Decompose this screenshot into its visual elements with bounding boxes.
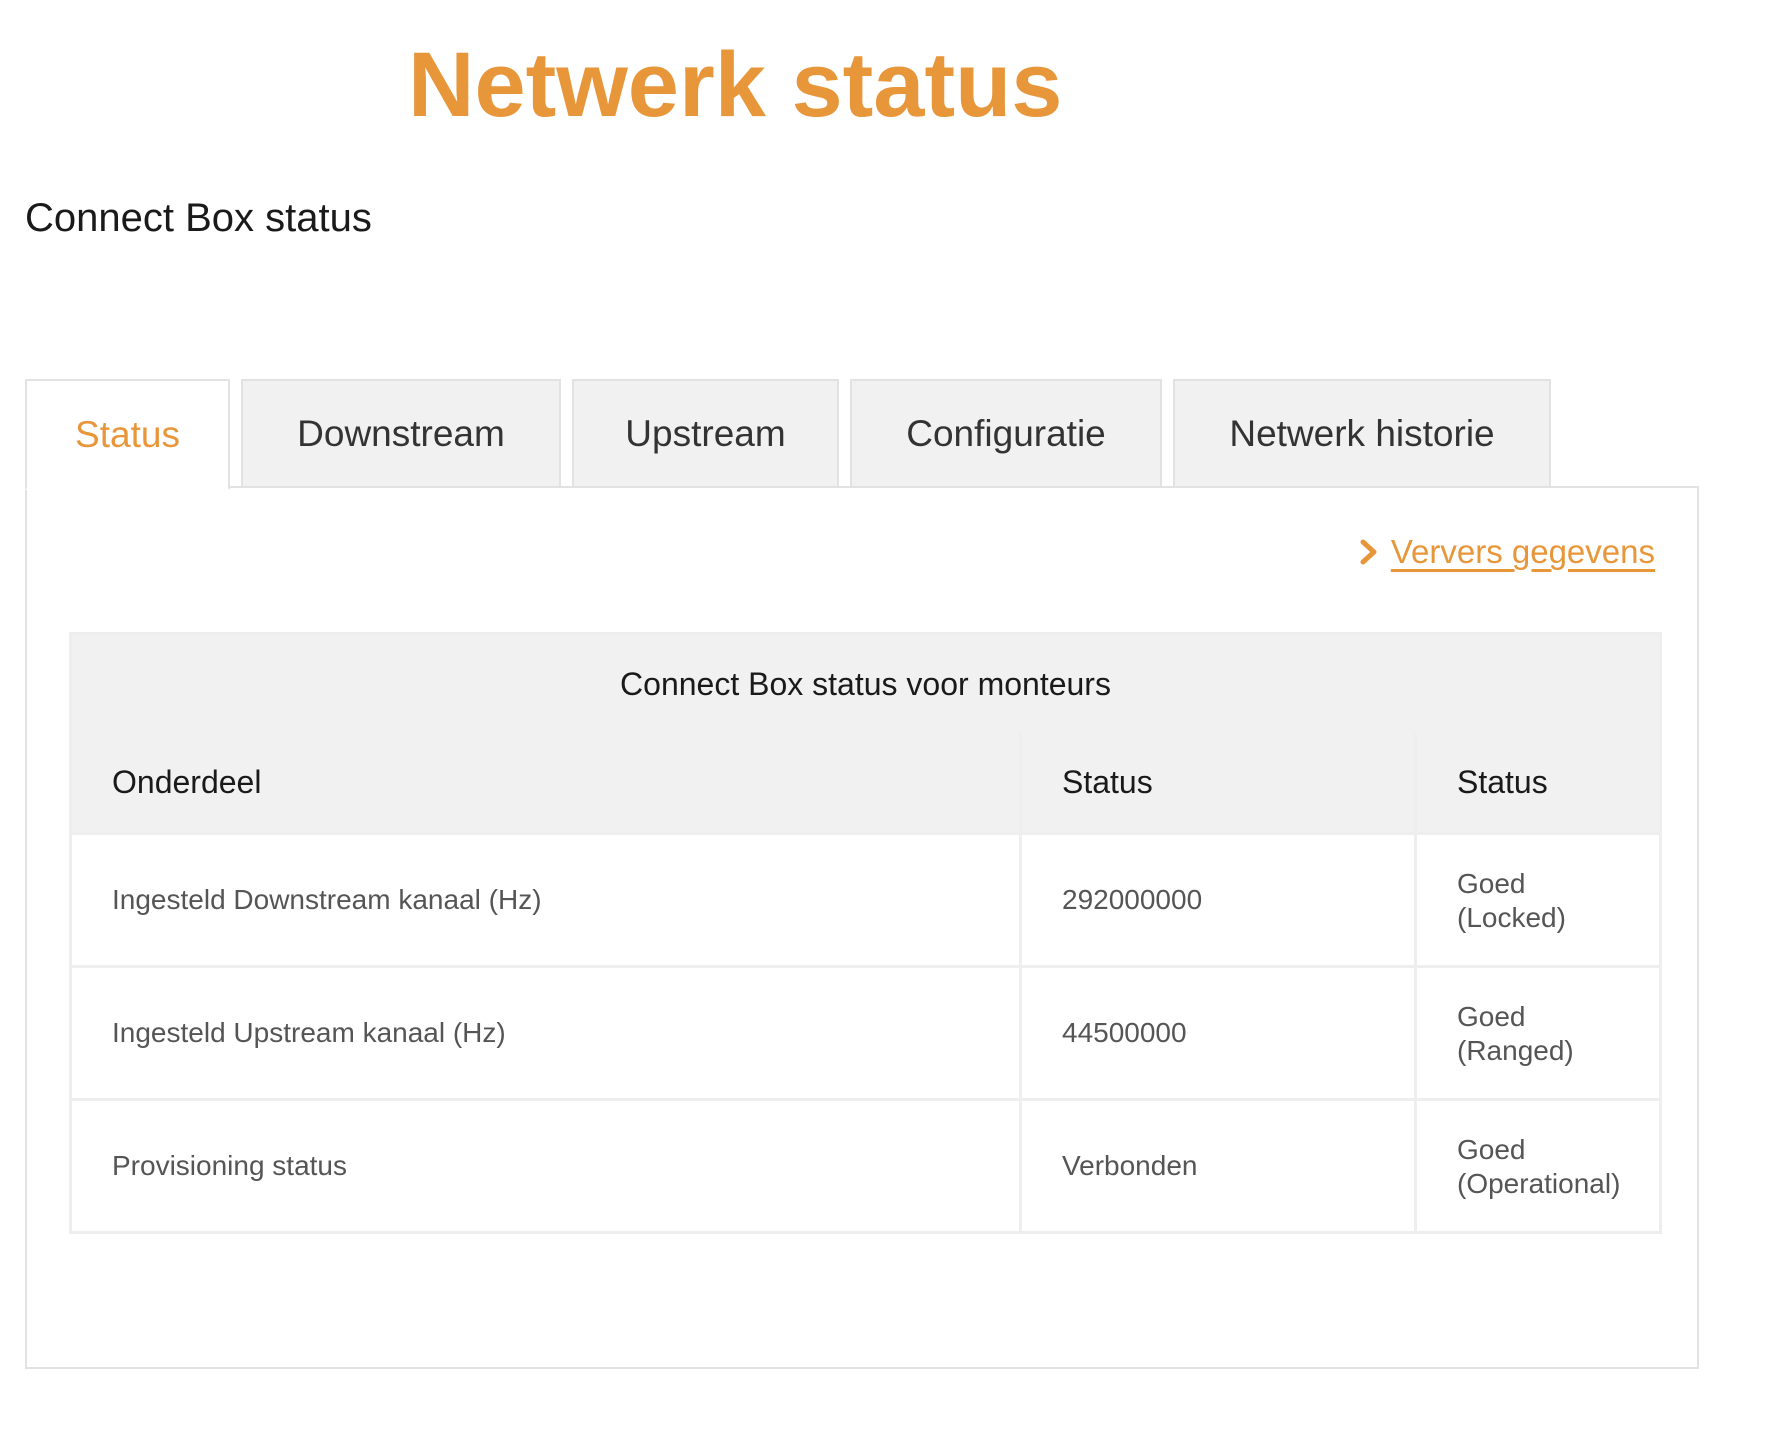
refresh-link-label: Ververs gegevens xyxy=(1390,533,1655,570)
table-header-row: Onderdeel Status Status xyxy=(69,733,1663,835)
cell-status: Goed (Operational) xyxy=(1413,1098,1663,1234)
chevron-right-icon xyxy=(1360,539,1377,565)
tab-configuratie[interactable]: Configuratie xyxy=(850,379,1162,488)
cell-value: 292000000 xyxy=(1019,832,1417,968)
status-detail: (Operational) xyxy=(1457,1167,1621,1199)
tab-panel-status: Ververs gegevens Connect Box status voor… xyxy=(25,486,1699,1369)
status-table: Connect Box status voor monteurs Onderde… xyxy=(68,632,1663,1234)
tab-status[interactable]: Status xyxy=(25,379,230,490)
cell-value: Verbonden xyxy=(1019,1098,1417,1234)
table-row: Ingesteld Downstream kanaal (Hz) 2920000… xyxy=(69,832,1663,968)
table-row: Provisioning status Verbonden Goed (Oper… xyxy=(69,1098,1663,1234)
column-header-status-2: Status xyxy=(1413,733,1663,835)
table-caption-row: Connect Box status voor monteurs xyxy=(68,632,1663,734)
tab-label: Upstream xyxy=(625,412,786,454)
status-detail: (Locked) xyxy=(1457,901,1566,933)
status-detail: (Ranged) xyxy=(1457,1034,1574,1066)
column-header-onderdeel: Onderdeel xyxy=(69,733,1022,835)
tab-label: Status xyxy=(75,413,180,455)
status-text: Goed xyxy=(1457,1000,1526,1032)
cell-onderdeel: Provisioning status xyxy=(69,1098,1022,1234)
tab-downstream[interactable]: Downstream xyxy=(241,379,561,488)
status-text: Goed xyxy=(1457,1133,1526,1165)
table-caption: Connect Box status voor monteurs xyxy=(68,632,1663,734)
cell-status: Goed (Locked) xyxy=(1413,832,1663,968)
cell-onderdeel: Ingesteld Downstream kanaal (Hz) xyxy=(69,832,1022,968)
status-text: Goed xyxy=(1457,867,1526,899)
column-header-status: Status xyxy=(1019,733,1417,835)
cell-value: 44500000 xyxy=(1019,965,1417,1101)
cell-onderdeel: Ingesteld Upstream kanaal (Hz) xyxy=(69,965,1022,1101)
tab-netwerk-historie[interactable]: Netwerk historie xyxy=(1173,379,1551,488)
tab-label: Netwerk historie xyxy=(1229,412,1495,454)
page: Netwerk status Connect Box status Status… xyxy=(0,0,1778,1434)
cell-status: Goed (Ranged) xyxy=(1413,965,1663,1101)
tab-upstream[interactable]: Upstream xyxy=(572,379,839,488)
table-row: Ingesteld Upstream kanaal (Hz) 44500000 … xyxy=(69,965,1663,1101)
refresh-link[interactable]: Ververs gegevens xyxy=(1355,533,1655,571)
section-title: Connect Box status xyxy=(25,196,372,240)
tab-label: Downstream xyxy=(297,412,505,454)
tab-label: Configuratie xyxy=(906,412,1106,454)
page-title: Netwerk status xyxy=(408,34,1063,136)
